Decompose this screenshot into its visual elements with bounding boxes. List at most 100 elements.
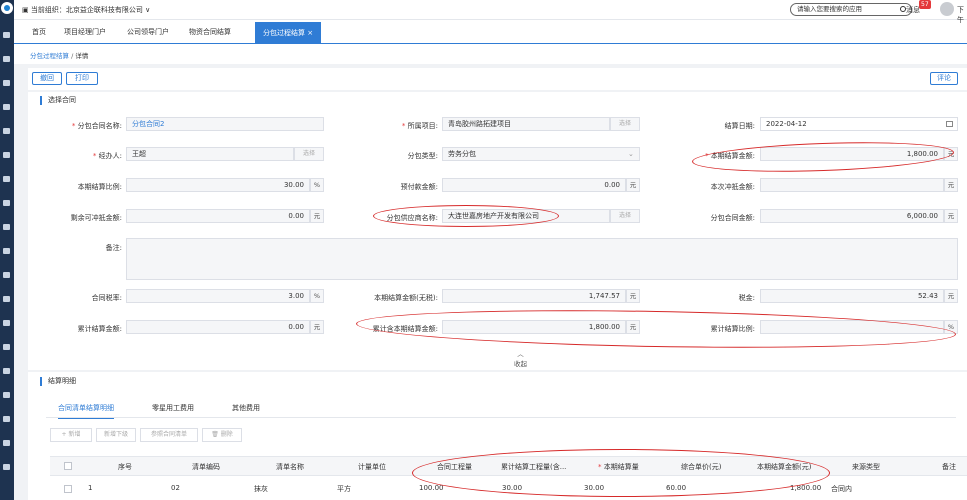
offset-label: 本次冲抵金额: [710,183,755,191]
settle-date-field[interactable]: 2022-04-12 [760,117,958,131]
messages-link[interactable]: 消息 [906,5,920,15]
subtab-divider [46,417,956,418]
tab-leader-portal[interactable]: 公司领导门户 [127,27,169,37]
app-search-input[interactable]: 请输入您要搜索的应用 [790,3,912,16]
col-code: 清单编码 [192,463,220,471]
app-logo-icon[interactable] [1,2,13,14]
remark-textarea[interactable] [126,238,958,280]
tab-bar: 首页 项目经理门户 公司领导门户 物资合同结算 分包过程结算 × [14,22,967,44]
withdraw-button[interactable]: 撤回 [32,72,62,85]
period-ratio-field[interactable]: 30.00 [126,178,310,192]
col-unit: 计量单位 [358,463,386,471]
user-icon[interactable] [3,32,10,38]
table-icon[interactable] [3,320,10,326]
chevron-down-icon[interactable]: ⌄ [628,150,634,158]
period-ratio-label: 本期结算比例: [77,183,122,191]
cloud-icon[interactable] [3,440,10,446]
person-icon[interactable] [3,368,10,374]
cum-amount-field[interactable]: 0.00 [126,320,310,334]
calendar-icon[interactable] [946,121,953,127]
col-remark: 备注 [942,463,956,471]
contract-amount-label: 分包合同金额: [710,214,755,222]
archive-icon[interactable] [3,296,10,302]
subtab-other[interactable]: 其他费用 [232,403,260,413]
tax-rate-field[interactable]: 3.00 [126,289,310,303]
prepay-field[interactable]: 0.00 [442,178,626,192]
print-button[interactable]: 打印 [66,72,98,85]
collapse-label: 收起 [514,360,527,368]
tab-material-settle[interactable]: 物资合同结算 [189,27,231,37]
breadcrumb-parent[interactable]: 分包过程结算 [30,52,69,60]
settings-icon[interactable] [3,272,10,278]
project-label: * 所属项目: [401,122,438,130]
col-name: 清单名称 [276,463,304,471]
chart-icon[interactable] [3,416,10,422]
tab-subcontract-settle[interactable]: 分包过程结算 × [255,22,322,44]
close-icon[interactable]: × [307,29,313,37]
project-pick-button[interactable]: 选择 [610,117,640,131]
sub-type-select[interactable]: 劳务分包 [442,147,640,161]
tab-label: 分包过程结算 [263,29,305,37]
file-icon[interactable] [3,224,10,230]
period-notax-field[interactable]: 1,747.57 [442,289,626,303]
grid-icon[interactable] [3,392,10,398]
col-seq: 序号 [118,463,132,471]
contract-amount-field[interactable]: 6,000.00 [760,209,944,223]
unit-percent: % [310,289,324,303]
annotation-ellipse [412,449,830,497]
unit-yuan: 元 [626,289,640,303]
messages-badge: 57 [919,0,931,9]
supplier-pick-button[interactable]: 选择 [610,209,640,223]
briefcase-icon[interactable] [3,464,10,470]
cum-amount-label: 累计结算金额: [77,325,122,333]
contact-icon[interactable] [3,248,10,254]
cell-seq: 1 [88,484,93,492]
search-placeholder: 请输入您要搜索的应用 [797,5,862,13]
org-icon: ▣ [22,6,31,14]
unit-yuan: 元 [944,289,958,303]
row-checkbox[interactable] [64,485,72,493]
box-icon[interactable] [3,200,10,206]
add-child-button[interactable]: 新增下级 [96,428,136,442]
globe-icon[interactable] [3,80,10,86]
remain-offset-field[interactable]: 0.00 [126,209,310,223]
add-button[interactable]: + 新增 [50,428,92,442]
cell-contract-qty: 100.00 [419,484,444,492]
subtab-labor[interactable]: 零星用工费用 [152,403,194,413]
ref-contract-list-button[interactable]: 参照合同清单 [140,428,198,442]
offset-field[interactable] [760,178,944,192]
tax-rate-label: 合同税率: [91,294,122,302]
section-title-contract: 选择合同 [40,96,76,105]
doc-icon[interactable] [3,56,10,62]
collapse-toggle[interactable]: ︿ 收起 [514,348,527,368]
card-icon[interactable] [3,176,10,182]
org-selector[interactable]: ▣ 当前组织：北京益企联科技有限公司 ∨ [22,5,150,15]
select-all-checkbox[interactable] [64,462,72,470]
avatar[interactable] [940,2,954,16]
handler-pick-button[interactable]: 选择 [294,147,324,161]
action-toolbar: 撤回 打印 评论 [28,68,967,90]
tab-pm-portal[interactable]: 项目经理门户 [64,27,106,37]
breadcrumb: 分包过程结算 / 详情 [30,50,88,60]
settle-date-label: 结算日期: [724,122,755,130]
unit-yuan: 元 [310,320,324,334]
comment-button[interactable]: 评论 [930,72,958,85]
unit-yuan: 元 [944,209,958,223]
project-field[interactable]: 青岛胶州路拓建项目 [442,117,610,131]
contract-name-field[interactable]: 分包合同2 [126,117,324,131]
delete-button[interactable]: 🗑 删除 [202,428,242,442]
tab-home[interactable]: 首页 [32,27,46,37]
unit-percent: % [310,178,324,192]
breadcrumb-current: 详情 [75,52,89,60]
cell-unit: 平方 [337,485,351,493]
handler-field[interactable]: 王超 [126,147,294,161]
folder-icon[interactable] [3,152,10,158]
breadcrumb-separator: / [71,52,74,60]
left-nav-bar [0,0,14,500]
list-icon[interactable] [3,128,10,134]
report-icon[interactable] [3,344,10,350]
unit-yuan: 元 [310,209,324,223]
section-title-detail: 结算明细 [40,377,76,386]
tax-field[interactable]: 52.43 [760,289,944,303]
flag-icon[interactable] [3,104,10,110]
